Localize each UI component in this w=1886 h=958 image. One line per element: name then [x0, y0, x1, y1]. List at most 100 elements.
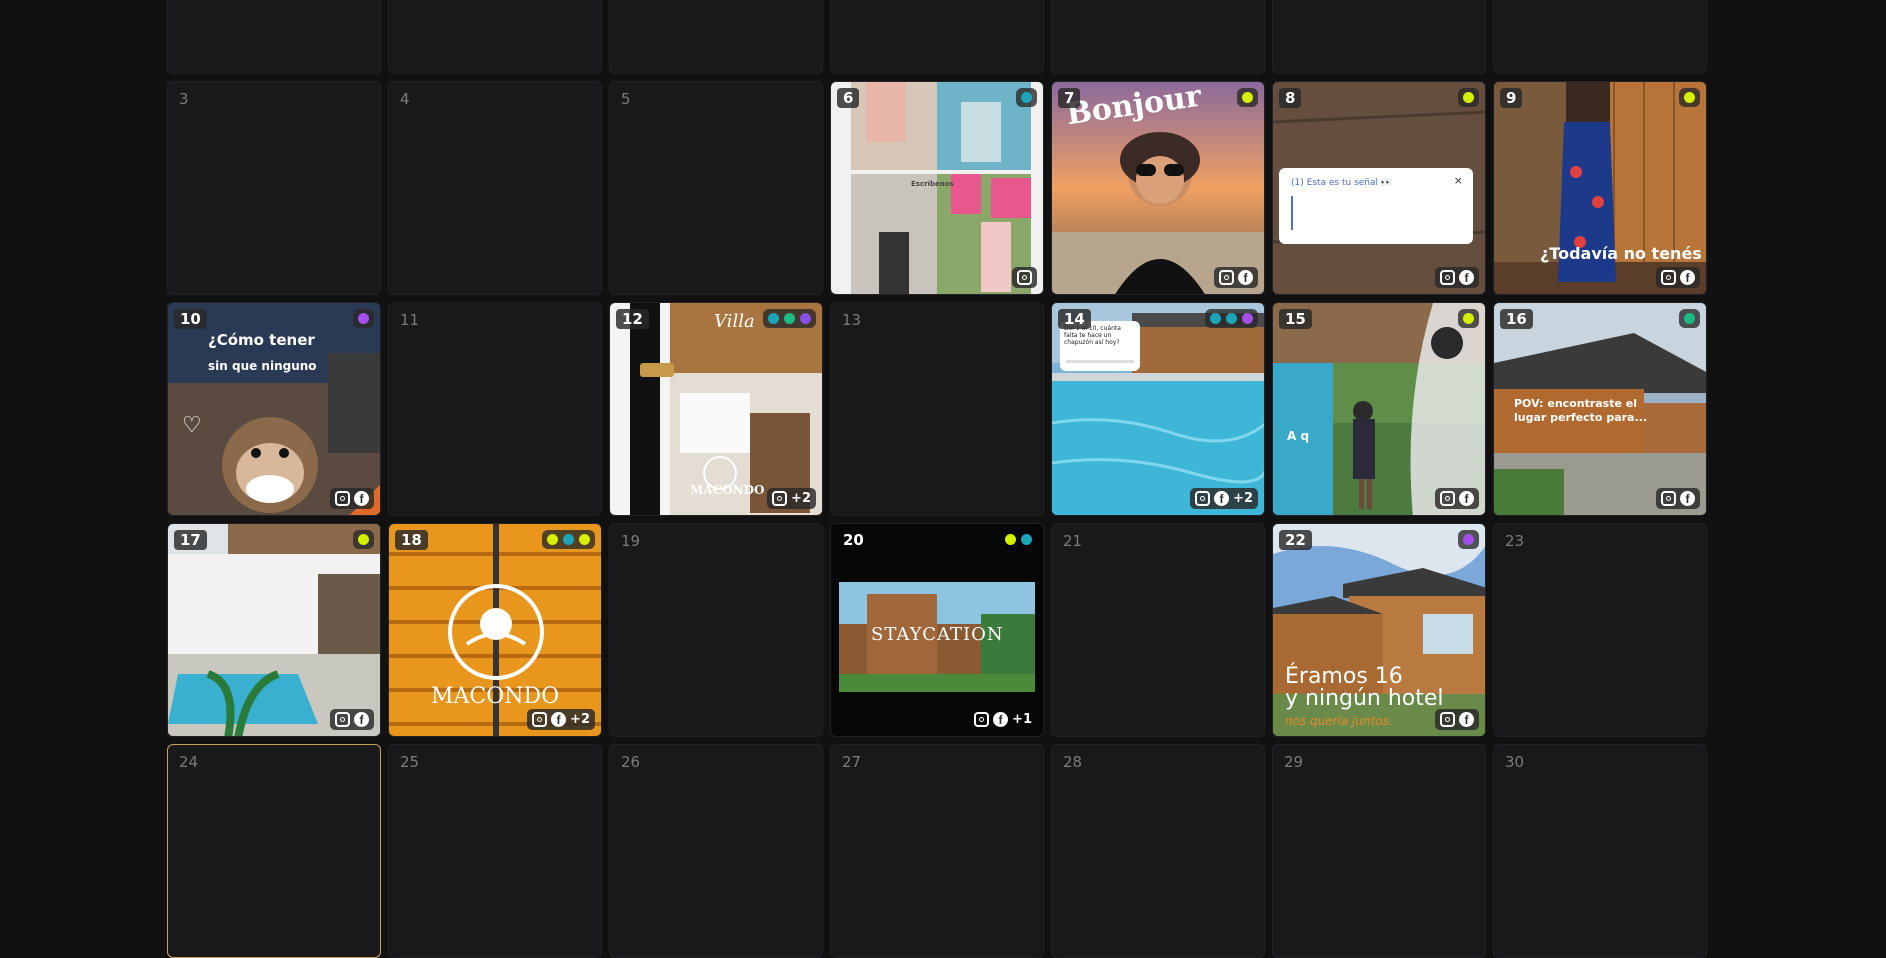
calendar-day-cell[interactable]: 28 — [1051, 744, 1265, 958]
tag-dot — [1226, 313, 1237, 324]
calendar-day-cell[interactable]: 27 — [830, 744, 1044, 958]
day-number: 6 — [837, 88, 860, 108]
calendar-day-cell[interactable] — [830, 0, 1044, 74]
facebook-icon: f — [1680, 491, 1695, 506]
day-number: 24 — [179, 753, 199, 771]
scheduled-post-card[interactable]: Éramos 16 y ningún hotel nos quería junt… — [1272, 523, 1486, 737]
dialog-mockup: (1) Esta es tu señal 👀 × — [1279, 168, 1473, 244]
day-number: 19 — [621, 532, 641, 550]
scheduled-post-card[interactable]: STAYCATION 20 f +1 — [830, 523, 1044, 737]
calendar-day-cell[interactable]: 30 — [1493, 744, 1707, 958]
tag-dot — [1005, 534, 1016, 545]
calendar-day-cell[interactable]: 25 — [388, 744, 602, 958]
calendar-day-cell[interactable]: 11 — [388, 302, 602, 516]
tag-dot — [1463, 313, 1474, 324]
poll-slider — [1066, 360, 1134, 363]
calendar-day-cell[interactable]: 23 — [1493, 523, 1707, 737]
calendar-day-cell[interactable]: 5 — [609, 81, 823, 295]
calendar-prev-row — [167, 0, 1707, 74]
tag-dots — [1237, 88, 1258, 107]
scheduled-post-card[interactable]: Bonjour 7 f — [1051, 81, 1265, 295]
calendar-day-cell-today[interactable]: 24 — [167, 744, 381, 958]
text-cursor — [1291, 196, 1293, 230]
instagram-icon — [1440, 712, 1455, 727]
close-icon: × — [1453, 174, 1463, 187]
day-number: 18 — [395, 530, 428, 550]
overlay-text: A q — [1287, 429, 1310, 443]
day-number: 15 — [1279, 309, 1312, 329]
calendar-day-cell[interactable] — [1272, 0, 1486, 74]
calendar-day-cell[interactable] — [609, 0, 823, 74]
scheduled-post-card[interactable]: MACONDO Villa 12 +2 — [609, 302, 823, 516]
instagram-icon — [335, 491, 350, 506]
scheduled-post-card[interactable]: Del 1 al 10, cuánta falta te hace un cha… — [1051, 302, 1265, 516]
day-number: 28 — [1063, 753, 1083, 771]
tag-dot — [1021, 92, 1032, 103]
overlay-text: Villa — [714, 311, 755, 332]
day-number: 21 — [1063, 532, 1083, 550]
day-number: 29 — [1284, 753, 1304, 771]
platform-icons: f — [1214, 267, 1258, 288]
day-number: 26 — [621, 753, 641, 771]
scheduled-post-card[interactable]: 17 f — [167, 523, 381, 737]
instagram-icon — [1440, 270, 1455, 285]
overlay-text: Éramos 16 — [1285, 664, 1403, 689]
day-number: 9 — [1500, 88, 1523, 108]
post-thumbnail — [831, 82, 1043, 294]
facebook-icon: f — [354, 491, 369, 506]
dialog-text: (1) Esta es tu señal 👀 — [1291, 178, 1393, 188]
facebook-icon: f — [1459, 491, 1474, 506]
overlay-text: STAYCATION — [871, 624, 1004, 645]
tag-dot — [800, 313, 811, 324]
tag-dot — [563, 534, 574, 545]
day-number: 25 — [400, 753, 420, 771]
calendar-day-cell[interactable] — [167, 0, 381, 74]
day-number: 23 — [1505, 532, 1525, 550]
calendar-day-cell[interactable] — [388, 0, 602, 74]
calendar-day-cell[interactable] — [1493, 0, 1707, 74]
platform-icons: f +2 — [527, 709, 595, 730]
extra-platform-count: +2 — [791, 491, 811, 506]
overlay-text: ¿Todavía no tenés — [1540, 244, 1702, 263]
tag-dots — [763, 309, 816, 328]
calendar-day-cell[interactable]: 19 — [609, 523, 823, 737]
tag-dots — [542, 530, 595, 549]
day-number: 20 — [843, 531, 864, 549]
tag-dots — [1458, 88, 1479, 107]
calendar-day-cell[interactable] — [1051, 0, 1265, 74]
calendar-day-cell[interactable]: 4 — [388, 81, 602, 295]
calendar-day-cell[interactable]: 13 — [830, 302, 1044, 516]
heart-icon: ♡ — [182, 413, 202, 438]
platform-icons: f — [1435, 709, 1479, 730]
instagram-icon — [1661, 270, 1676, 285]
day-number: 5 — [621, 90, 631, 108]
tag-dots — [353, 530, 374, 549]
extra-platform-count: +2 — [570, 712, 590, 727]
day-number: 14 — [1058, 309, 1091, 329]
overlay-text: POV: encontraste el lugar perfecto para.… — [1514, 397, 1648, 424]
day-number: 13 — [842, 311, 862, 329]
tag-dot — [1463, 92, 1474, 103]
calendar-day-cell[interactable]: 29 — [1272, 744, 1486, 958]
day-number: 3 — [179, 90, 189, 108]
scheduled-post-card[interactable]: Escríbenos 6 — [830, 81, 1044, 295]
scheduled-post-card[interactable]: A q 15 f — [1272, 302, 1486, 516]
calendar-day-cell[interactable]: 26 — [609, 744, 823, 958]
scheduled-post-card[interactable]: (1) Esta es tu señal 👀 × 8 f — [1272, 81, 1486, 295]
day-number: 4 — [400, 90, 410, 108]
day-number: 16 — [1500, 309, 1533, 329]
facebook-icon: f — [1238, 270, 1253, 285]
calendar-day-cell[interactable]: 3 — [167, 81, 381, 295]
platform-icons: f — [330, 709, 374, 730]
facebook-icon: f — [1459, 270, 1474, 285]
scheduled-post-card[interactable]: ¿Todavía no tenés 9 f — [1493, 81, 1707, 295]
scheduled-post-card[interactable]: MACONDO 18 f +2 — [388, 523, 602, 737]
calendar-day-cell[interactable]: 21 — [1051, 523, 1265, 737]
day-number: 30 — [1505, 753, 1525, 771]
scheduled-post-card[interactable]: POV: encontraste el lugar perfecto para.… — [1493, 302, 1707, 516]
tag-dots — [353, 309, 374, 328]
scheduled-post-card[interactable]: ¿Cómo tener sin que ninguno ♡ 10 f — [167, 302, 381, 516]
facebook-icon: f — [1680, 270, 1695, 285]
post-thumbnail — [168, 524, 380, 736]
facebook-icon: f — [354, 712, 369, 727]
